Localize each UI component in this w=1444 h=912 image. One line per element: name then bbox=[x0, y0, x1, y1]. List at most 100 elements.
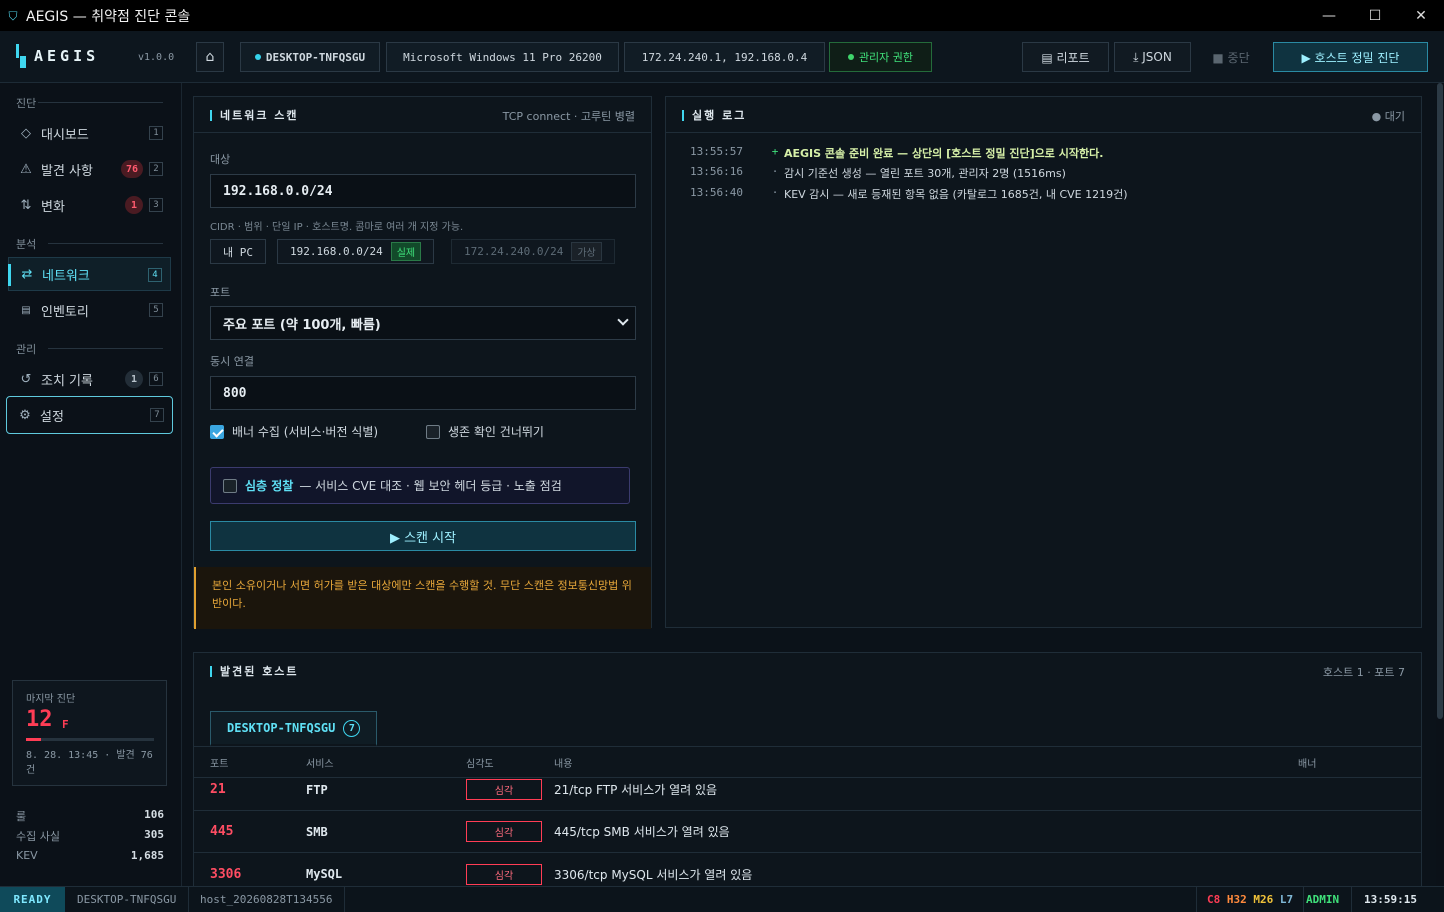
target-input[interactable]: 192.168.0.0/24 bbox=[210, 174, 636, 208]
stop-button[interactable]: ■ 중단 bbox=[1196, 42, 1266, 72]
banner-checkbox[interactable]: 배너 수집 (서비스·버전 식별) bbox=[210, 423, 378, 440]
log-mark: · bbox=[771, 165, 779, 178]
host-scan-button[interactable]: ▶ 호스트 정밀 진단 bbox=[1273, 42, 1428, 72]
top-bar: AEGIS v1.0.0 ⌂ DESKTOP-TNFQSGU Microsoft… bbox=[0, 31, 1444, 83]
sidebar-item-dashboard[interactable]: ◇ 대시보드 1 bbox=[8, 116, 171, 150]
port-cell: 21 bbox=[210, 782, 226, 797]
table-row[interactable]: 3306 MySQL 심각 3306/tcp MySQL 서비스가 열려 있음 bbox=[194, 853, 1421, 886]
sidebar-item-changes[interactable]: ⇅ 변화 1 3 bbox=[8, 188, 171, 222]
concurrency-input[interactable]: 800 bbox=[210, 376, 636, 410]
brand-name: AEGIS bbox=[34, 47, 100, 65]
main-scrollbar[interactable] bbox=[1436, 83, 1444, 886]
panel-header: 실행 로그 ● 대기 bbox=[666, 97, 1421, 133]
log-mark: · bbox=[771, 186, 779, 199]
scrollbar-thumb[interactable] bbox=[1437, 83, 1443, 719]
hosts-summary: 호스트 1 · 포트 7 bbox=[1322, 666, 1405, 679]
maximize-button[interactable]: ☐ bbox=[1352, 0, 1398, 31]
gear-icon: ⚙ bbox=[19, 407, 31, 423]
high-count: H32 bbox=[1226, 893, 1247, 906]
sidebar-item-actions[interactable]: ↺ 조치 기록 1 6 bbox=[8, 362, 171, 396]
hosts-panel: 발견된 호스트 호스트 1 · 포트 7 DESKTOP-TNFQSGU 7 포… bbox=[193, 652, 1422, 886]
count-badge: 1 bbox=[125, 196, 143, 214]
admin-dot-icon bbox=[847, 54, 854, 60]
preset-real-subnet[interactable]: 192.168.0.0/24 실제 bbox=[277, 239, 435, 264]
divider bbox=[48, 348, 163, 349]
log-time: 13:55:57 bbox=[690, 145, 743, 158]
diamond-icon: ◇ bbox=[21, 125, 31, 141]
preset-virtual-subnet[interactable]: 172.24.240.0/24 가상 bbox=[451, 239, 615, 264]
stat-facts: 수집 사실 305 bbox=[16, 828, 164, 844]
severity-cell: 심각 bbox=[466, 853, 542, 886]
stat-value: 106 bbox=[144, 808, 164, 821]
last-scan-card[interactable]: 마지막 진단 12 F 8. 28. 13:45 · 발견 76건 bbox=[12, 680, 167, 786]
network-scan-panel: 네트워크 스캔 TCP connect · 고루틴 병렬 대상 192.168.… bbox=[193, 96, 652, 629]
log-time: 13:56:16 bbox=[690, 165, 743, 178]
status-clock: 13:59:15 bbox=[1364, 893, 1417, 906]
skip-alive-checkbox[interactable]: 생존 확인 건너뛰기 bbox=[426, 423, 544, 440]
chip-label: 192.168.0.0/24 bbox=[290, 245, 383, 258]
log-status: ● 대기 bbox=[1371, 110, 1405, 123]
status-dot-icon bbox=[254, 54, 261, 60]
json-export-button[interactable]: ⤓ JSON bbox=[1114, 42, 1191, 72]
report-button[interactable]: ▤ 리포트 bbox=[1022, 42, 1109, 72]
medium-count: M26 bbox=[1253, 893, 1274, 906]
count-badge: 76 bbox=[120, 160, 143, 178]
stat-label: KEV bbox=[16, 849, 38, 862]
host-name: DESKTOP-TNFQSGU bbox=[265, 50, 366, 64]
stat-label: 수집 사실 bbox=[16, 830, 60, 843]
preset-my-pc[interactable]: 내 PC bbox=[210, 239, 266, 264]
table-row[interactable]: 21 FTP 심각 21/tcp FTP 서비스가 열려 있음 bbox=[194, 769, 1421, 811]
sidebar-item-settings[interactable]: ⚙ 설정 7 bbox=[6, 396, 173, 434]
shortcut-key: 4 bbox=[148, 268, 162, 282]
shortcut-key: 5 bbox=[149, 303, 163, 317]
host-tab-label: DESKTOP-TNFQSGU bbox=[227, 721, 336, 735]
undo-icon: ↺ bbox=[20, 371, 32, 387]
log-panel: 실행 로그 ● 대기 13:55:57 + AEGIS 콘솔 준비 완료 — 상… bbox=[665, 96, 1422, 628]
log-message: 감시 기준선 생성 — 열린 포트 30개, 관리자 2명 (1516ms) bbox=[784, 167, 1066, 180]
ready-indicator: READY bbox=[0, 887, 65, 912]
host-tab[interactable]: DESKTOP-TNFQSGU 7 bbox=[210, 711, 378, 746]
admin-badge: 관리자 권한 bbox=[829, 42, 932, 72]
checkbox-icon bbox=[223, 478, 237, 493]
start-scan-button[interactable]: ▶ 스캔 시작 bbox=[210, 521, 636, 551]
chip-label: 내 PC bbox=[223, 245, 253, 259]
deep-recon-title: 심층 정찰 bbox=[245, 479, 294, 493]
window-title: AEGIS — 취약점 진단 콘솔 bbox=[26, 8, 191, 25]
chevron-down-icon bbox=[617, 314, 629, 326]
count-badge: 1 bbox=[125, 370, 143, 388]
sidebar-item-label: 설정 bbox=[40, 409, 64, 425]
sidebar-item-label: 발견 사항 bbox=[41, 163, 93, 179]
minimize-button[interactable]: — bbox=[1306, 0, 1352, 31]
target-hint: CIDR · 범위 · 단일 IP · 호스트명. 콤마로 여러 개 지정 가능… bbox=[210, 222, 464, 233]
checkbox-label: 배너 수집 (서비스·버전 식별) bbox=[232, 425, 379, 439]
log-line: 13:55:57 + AEGIS 콘솔 준비 완료 — 상단의 [호스트 정밀 … bbox=[690, 145, 1103, 161]
shortcut-key: 3 bbox=[149, 198, 163, 212]
table-row[interactable]: 445 SMB 심각 445/tcp SMB 서비스가 열려 있음 bbox=[194, 811, 1421, 853]
sidebar-item-network[interactable]: ⇄ 네트워크 4 bbox=[8, 257, 171, 291]
real-tag: 실제 bbox=[390, 242, 422, 261]
severity-badge: 심각 bbox=[466, 821, 542, 842]
sidebar-item-label: 네트워크 bbox=[42, 268, 90, 284]
panel-subtitle: TCP connect · 고루틴 병렬 bbox=[502, 110, 635, 123]
deep-recon-toggle[interactable]: 심층 정찰 — 서비스 CVE 대조 · 웹 보안 헤더 등급 · 노출 점검 bbox=[210, 467, 630, 504]
sidebar-item-label: 대시보드 bbox=[41, 127, 89, 143]
status-bar: READY DESKTOP-TNFQSGU host_20260828T1345… bbox=[0, 886, 1444, 912]
sidebar-item-inventory[interactable]: ▤ 인벤토리 5 bbox=[8, 293, 171, 327]
divider bbox=[48, 243, 163, 244]
os-chip: Microsoft Windows 11 Pro 26200 bbox=[386, 42, 619, 72]
stat-rules: 룰 106 bbox=[16, 808, 164, 824]
home-button[interactable]: ⌂ bbox=[196, 42, 224, 72]
port-select[interactable]: 주요 포트 (약 100개, 빠름) bbox=[210, 306, 636, 340]
close-button[interactable]: ✕ bbox=[1398, 0, 1444, 31]
section-analysis: 분석 bbox=[16, 238, 37, 251]
log-message: KEV 감시 — 새로 등재된 항목 없음 (카탈로그 1685건, 내 CVE… bbox=[784, 188, 1128, 201]
section-manage: 관리 bbox=[16, 343, 37, 356]
checkbox-checked-icon bbox=[210, 424, 224, 439]
shortcut-key: 2 bbox=[149, 162, 163, 176]
concurrency-label: 동시 연결 bbox=[210, 355, 254, 368]
severity-badge: 심각 bbox=[466, 779, 542, 800]
sidebar-item-findings[interactable]: ⚠ 발견 사항 76 2 bbox=[8, 152, 171, 186]
panel-title: 네트워크 스캔 bbox=[210, 107, 299, 123]
exchange-icon: ⇄ bbox=[21, 266, 33, 282]
target-label: 대상 bbox=[210, 153, 231, 166]
